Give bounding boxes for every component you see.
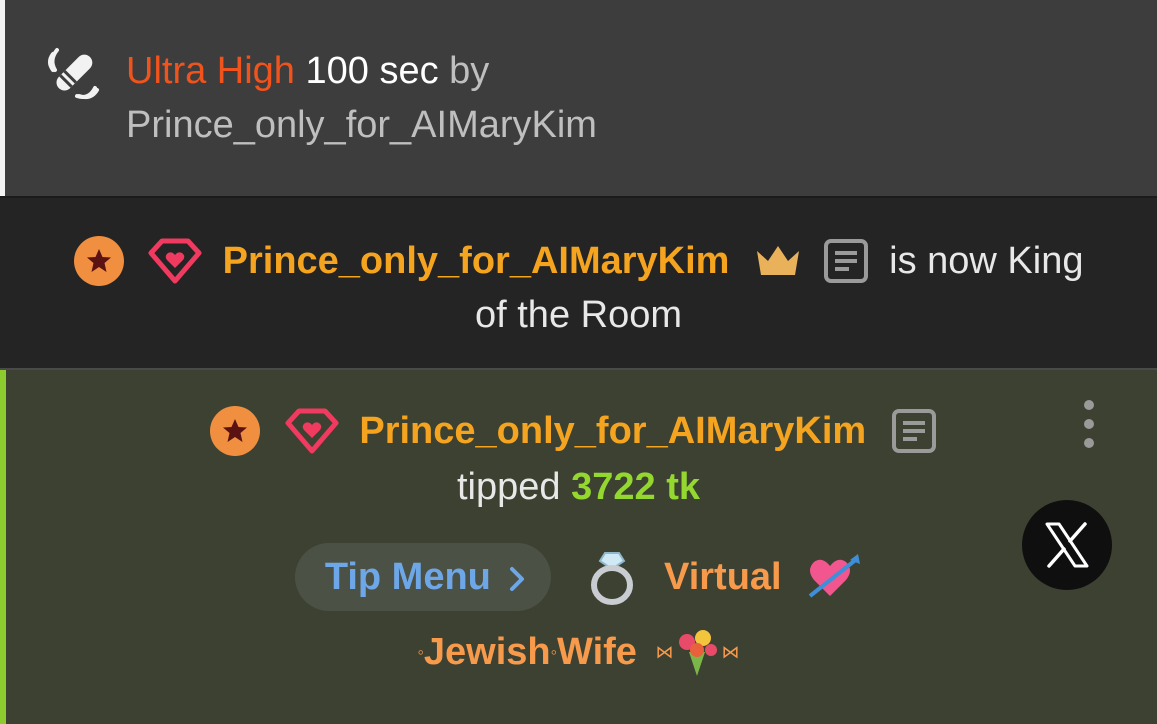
crown-icon [757,245,800,275]
tip-menu-label: Tip Menu [324,555,491,598]
vibe-level: Ultra High [126,50,295,92]
vibe-duration: 100 sec [305,50,439,92]
tip-amount-line: tipped 3722 tk [0,464,1157,510]
tip-item-word3: Wife [557,630,637,673]
x-logo-icon[interactable] [1022,500,1112,590]
tipper-username[interactable]: Prince_only_for_AIMaryKim [359,410,866,452]
vibe-by-label: by [449,50,490,92]
king-message-line1: is now King [889,239,1084,282]
chat-feed: Ultra High 100 sec by Prince_only_for_AI… [0,0,1157,724]
tipped-label: tipped [457,466,561,508]
tip-notice: Prince_only_for_AIMaryKim tipped 3722 tk… [0,370,1157,724]
gem-icon [285,408,339,454]
tip-item-line: Tip Menu Virtual [0,540,1157,612]
heart-arrow-icon [808,553,861,598]
tip-item-word1: Virtual [664,555,782,598]
king-message-line2: of the Room [475,294,682,336]
tip-amount: 3722 tk [571,466,700,508]
star-badge-icon [73,235,124,286]
gem-icon [148,238,202,284]
ring-icon [591,551,634,605]
tip-item-ornament-right: ⋈ [721,641,740,662]
vibe-summary: Ultra High 100 sec by [126,48,489,94]
tip-menu-button[interactable]: Tip Menu [294,542,551,611]
bouquet-icon [679,629,718,676]
more-vertical-icon[interactable] [1080,400,1098,450]
king-username[interactable]: Prince_only_for_AIMaryKim [223,240,730,282]
star-badge-icon [210,405,261,456]
tip-item-line2: ◦Jewish◦Wife ⋈ ⋈ [0,622,1157,680]
chevron-right-icon [509,566,524,591]
vibrator-icon [48,48,99,100]
tip-item-ornament-left: ⋈ [655,641,674,662]
notes-icon[interactable] [891,408,937,454]
vibe-notice: Ultra High 100 sec by Prince_only_for_AI… [0,0,1157,196]
notes-icon[interactable] [823,238,869,284]
vibe-username[interactable]: Prince_only_for_AIMaryKim [126,102,597,148]
tip-item-word2: Jewish [423,630,551,673]
king-notice: Prince_only_for_AIMaryKim is now King of… [0,196,1157,370]
